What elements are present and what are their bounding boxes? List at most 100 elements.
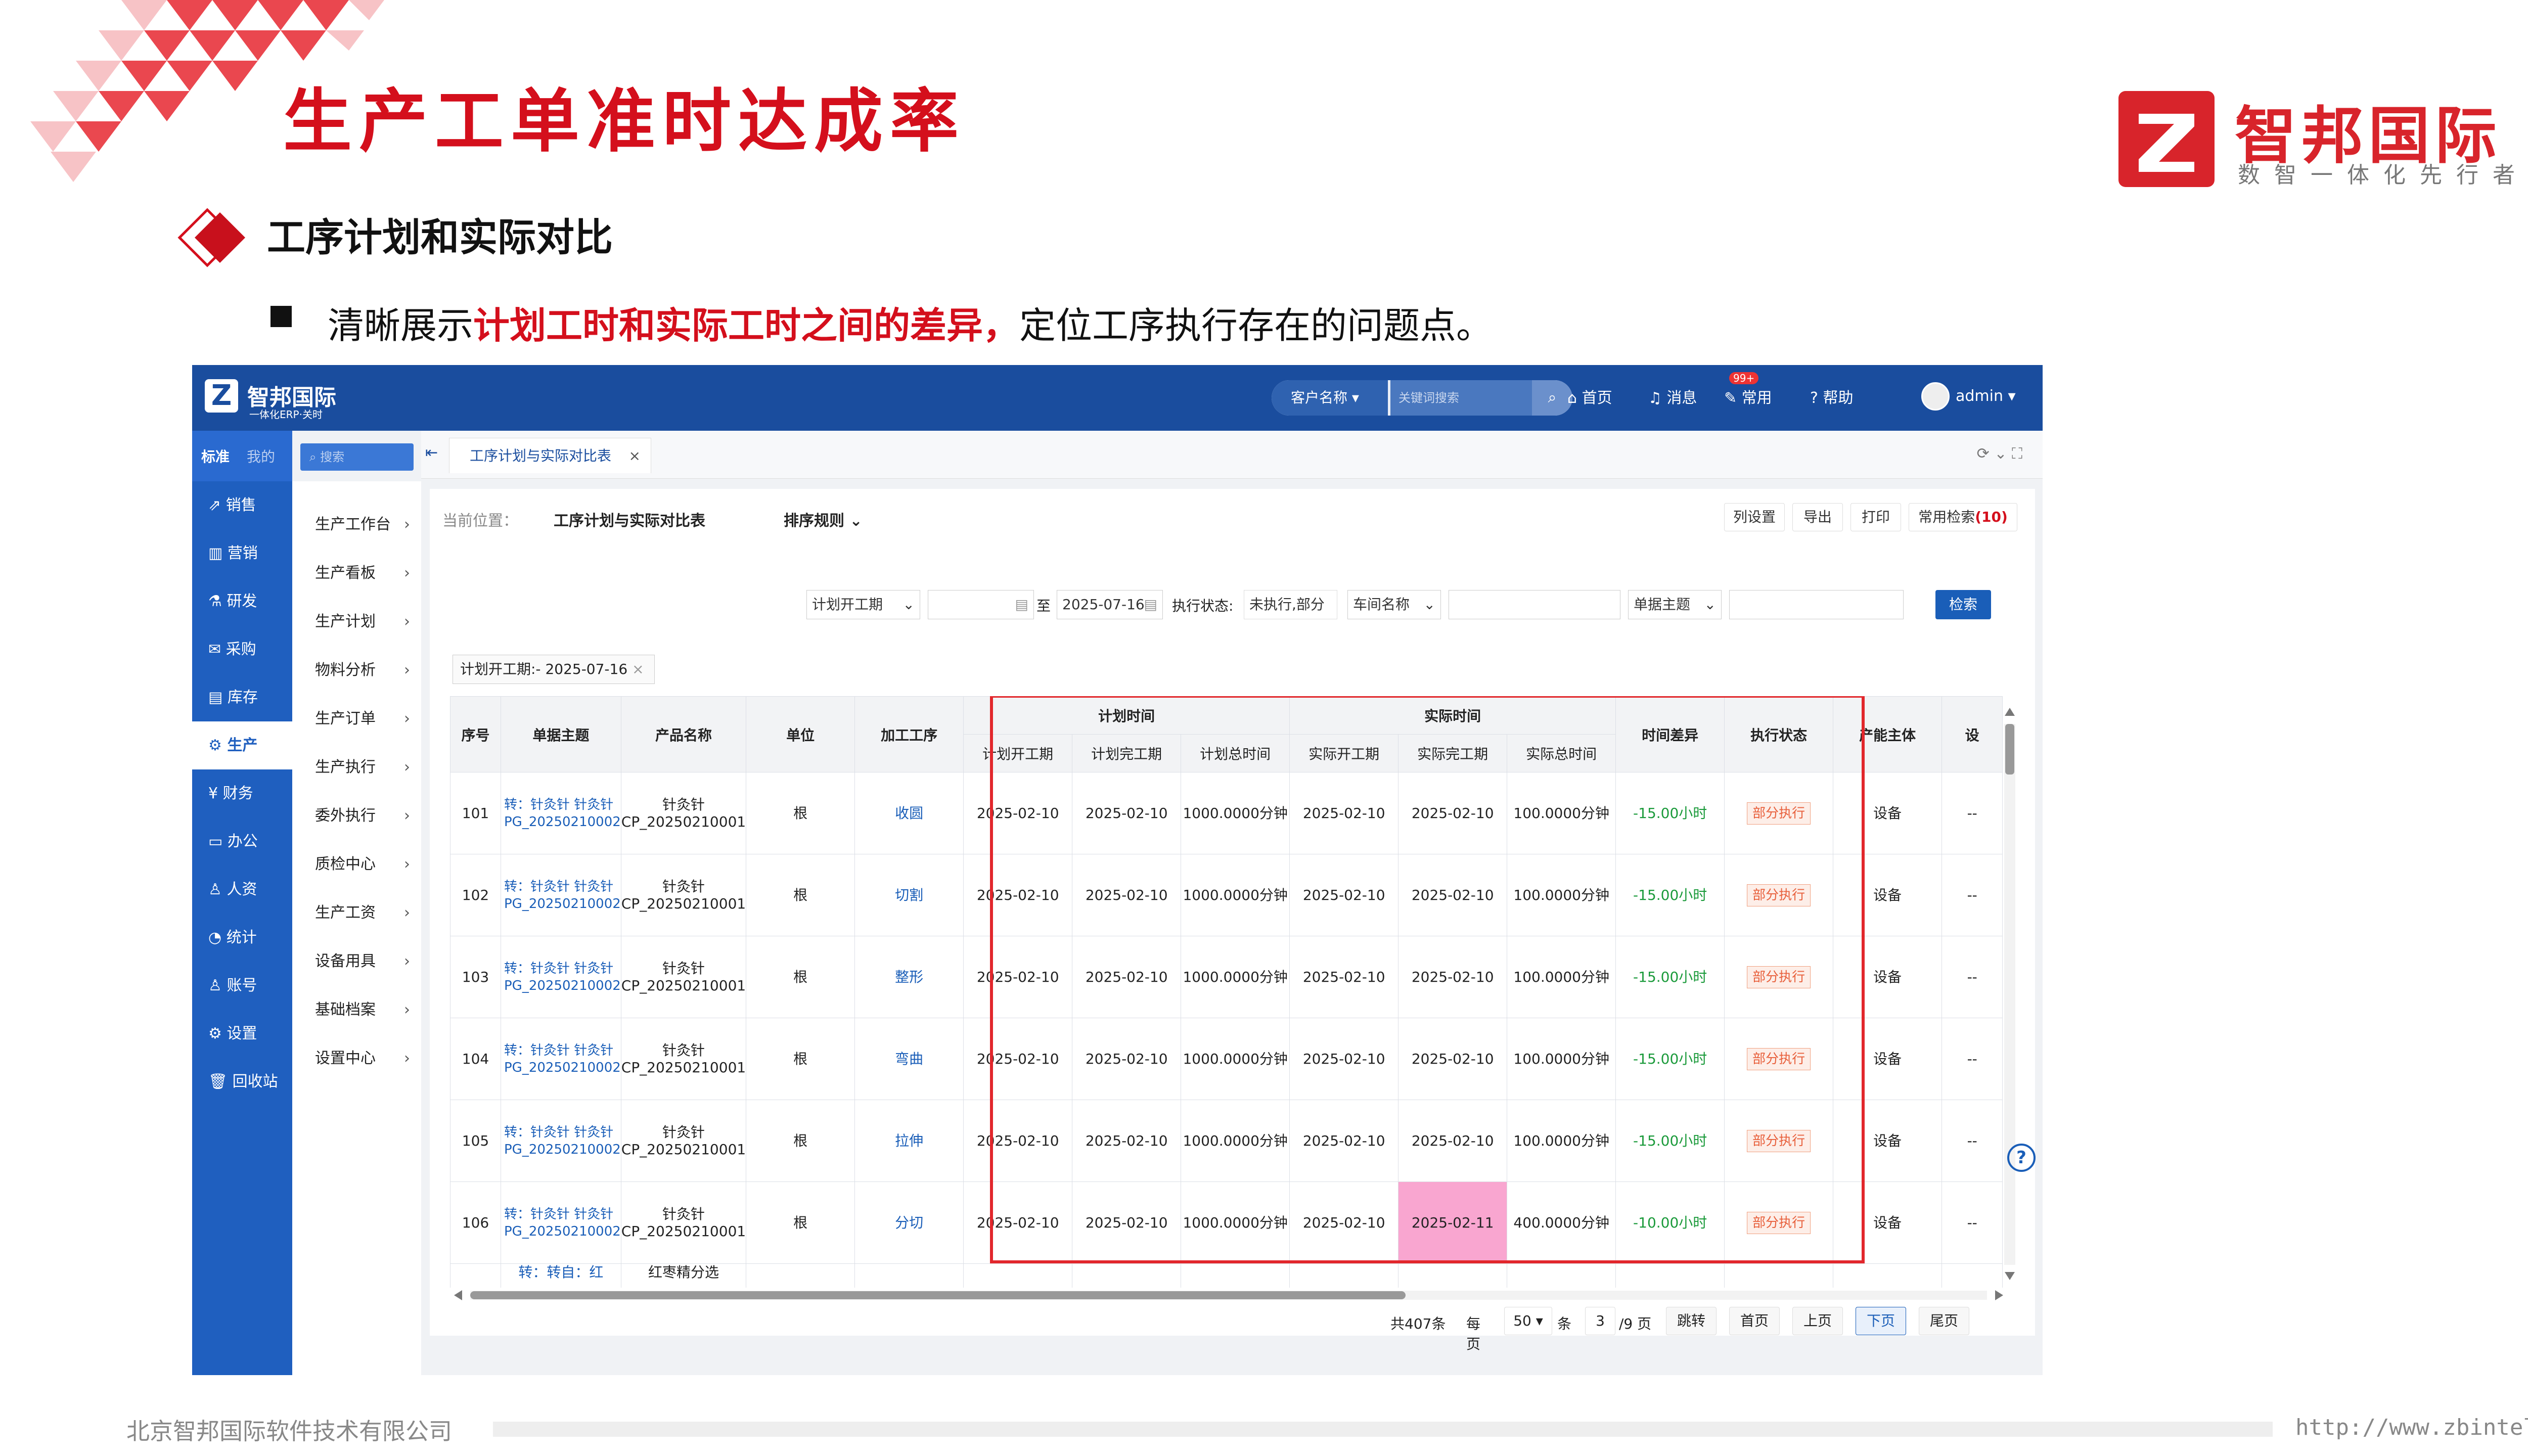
active-filter-tag[interactable]: 计划开工期:- 2025-07-16 × [453, 655, 655, 684]
sort-rules-dropdown[interactable]: 排序规则 ⌄ [784, 508, 863, 530]
close-icon[interactable]: × [632, 661, 644, 677]
doc-field-select[interactable]: 单据主题 ⌄ [1628, 590, 1722, 619]
sidebar-sub-item-label: 生产看板 [315, 564, 376, 582]
header-process[interactable]: 加工工序 [854, 696, 964, 772]
per-page-value: 50 [1513, 1312, 1531, 1329]
avatar[interactable] [1921, 382, 1950, 411]
cell-doc[interactable]: 转：针灸针 针灸针 PG_20250210002 [501, 936, 621, 1018]
sidebar-sub-item-3[interactable]: 物料分析 › [292, 646, 421, 695]
sidebar-item-7[interactable]: ▭ 办公 [192, 817, 292, 866]
sidebar-sub-item-11[interactable]: 设置中心 › [292, 1034, 421, 1083]
header-doc[interactable]: 单据主题 [501, 696, 621, 772]
last-page-button[interactable]: 尾页 [1919, 1307, 1969, 1335]
nav-common[interactable]: ✎ 常用 [1724, 385, 1772, 407]
chevron-down-icon[interactable]: ⌄ [1994, 445, 2007, 463]
prev-page-button[interactable]: 上页 [1792, 1307, 1843, 1335]
app-logo[interactable]: Z 智邦国际 一体化ERP·关时 [205, 379, 356, 421]
sidebar-item-1[interactable]: ▥ 营销 [192, 529, 292, 577]
next-page-button[interactable]: 下页 [1856, 1307, 1906, 1335]
cell-process[interactable]: 切割 [854, 854, 964, 936]
cell-doc[interactable]: 转：针灸针 针灸针 PG_20250210002 [501, 1100, 621, 1182]
export-button[interactable]: 导出 [1792, 503, 1843, 531]
search-input[interactable]: 关键词搜索 [1390, 380, 1532, 416]
sidebar-sub-item-4[interactable]: 生产订单 › [292, 695, 421, 743]
table-row-partial[interactable]: 转：转自：红 红枣精分选 [450, 1263, 2003, 1288]
exec-status-select[interactable]: 未执行,部分 [1244, 590, 1337, 619]
sidebar-item-label: 统计 [226, 929, 257, 946]
sidebar-sub-item-2[interactable]: 生产计划 › [292, 598, 421, 646]
tab-process-compare[interactable]: 工序计划与实际对比表 × [449, 438, 651, 473]
sidebar-sub-item-0[interactable]: 生产工作台 › [292, 500, 421, 549]
sidebar-item-2[interactable]: ⚗ 研发 [192, 577, 292, 625]
sidebar-tab-standard[interactable]: 标准 [201, 446, 230, 466]
nav-help[interactable]: ? 帮助 [1810, 385, 1853, 407]
cell-doc[interactable]: 转：针灸针 针灸针 PG_20250210002 [501, 1018, 621, 1100]
doc-input[interactable] [1729, 590, 1904, 619]
sidebar-sub-item-1[interactable]: 生产看板 › [292, 549, 421, 598]
print-button[interactable]: 打印 [1850, 503, 1901, 531]
sidebar-sub-item-7[interactable]: 质检中心 › [292, 840, 421, 889]
search-button[interactable]: 检索 [1935, 590, 1991, 619]
sidebar-item-5[interactable]: ⚙ 生产 [192, 721, 292, 769]
sidebar-search-input[interactable]: ⌕ 搜索 [300, 443, 414, 471]
vertical-scrollbar[interactable] [2002, 704, 2017, 1285]
column-settings-button[interactable]: 列设置 [1724, 503, 1785, 531]
sidebar-item-3[interactable]: ✉ 采购 [192, 625, 292, 673]
sidebar-sub-item-label: 基础档案 [315, 1001, 376, 1019]
saved-search-button[interactable]: 常用检索(10) [1909, 503, 2017, 531]
sidebar-sub-item-5[interactable]: 生产执行 › [292, 743, 421, 792]
section-diamond-icon [177, 208, 245, 267]
page-input[interactable]: 3 [1585, 1307, 1615, 1335]
help-icon[interactable]: ? [2007, 1144, 2036, 1172]
cell-doc[interactable]: 转：针灸针 针灸针 PG_20250210002 [501, 854, 621, 936]
horizontal-scrollbar[interactable] [450, 1288, 2007, 1303]
date-to-input[interactable]: 2025-07-16 ▤ [1057, 590, 1163, 619]
cell-process[interactable]: 整形 [854, 936, 964, 1018]
collapse-menu-icon[interactable]: ⇤ [425, 444, 438, 462]
refresh-icon[interactable]: ⟳ [1977, 445, 1990, 463]
header-unit[interactable]: 单位 [746, 696, 855, 772]
sidebar-item-8[interactable]: ♙ 人资 [192, 866, 292, 914]
chevron-right-icon: › [404, 952, 410, 970]
per-page-select[interactable]: 50 ▾ [1504, 1307, 1552, 1335]
sidebar-item-0[interactable]: ⇗ 销售 [192, 481, 292, 529]
date-field-select[interactable]: 计划开工期 ⌄ [806, 590, 920, 619]
jump-button[interactable]: 跳转 [1666, 1307, 1717, 1335]
sidebar-item-6[interactable]: ¥ 财务 [192, 769, 292, 817]
sidebar-tab-mine[interactable]: 我的 [247, 446, 275, 466]
search-scope-label: 客户名称 [1291, 389, 1348, 406]
header-product[interactable]: 产品名称 [620, 696, 747, 772]
cell-process[interactable]: 弯曲 [854, 1018, 964, 1100]
cell-doc[interactable]: 转：针灸针 针灸针 PG_20250210002 [501, 772, 621, 854]
sidebar-sub-item-9[interactable]: 设备用具 › [292, 937, 421, 986]
sidebar-item-11[interactable]: ⚙ 设置 [192, 1010, 292, 1058]
sidebar-item-9[interactable]: ◔ 统计 [192, 914, 292, 962]
cell-process[interactable]: 分切 [854, 1181, 964, 1264]
nav-home-link[interactable]: ⌂ 首页 [1567, 385, 1612, 407]
cell-process[interactable]: 拉伸 [854, 1100, 964, 1182]
header-seq[interactable]: 序号 [450, 696, 501, 772]
sidebar-sub-item-6[interactable]: 委外执行 › [292, 792, 421, 840]
bullet-text-2: 定位工序执行存在的问题点。 [1019, 304, 1493, 347]
workshop-input[interactable] [1449, 590, 1620, 619]
workshop-field-select[interactable]: 车间名称 ⌄ [1347, 590, 1441, 619]
user-menu[interactable]: admin ▾ [1956, 387, 2016, 405]
header-more[interactable]: 设 [1942, 696, 2003, 772]
cell-doc[interactable]: 转：针灸针 针灸针 PG_20250210002 [501, 1181, 621, 1264]
close-icon[interactable]: × [629, 438, 641, 474]
fullscreen-icon[interactable]: ⛶ [2012, 445, 2022, 463]
sidebar-item-4[interactable]: ▤ 库存 [192, 673, 292, 721]
bullet-square-icon [270, 306, 292, 327]
search-icon[interactable]: ⌕ [1532, 380, 1572, 416]
search-scope-select[interactable]: 客户名称 ▾ [1272, 380, 1388, 416]
cell-product: 针灸针 CP_20250210001 [620, 772, 747, 854]
sidebar-sub-item-8[interactable]: 生产工资 › [292, 889, 421, 937]
sidebar-sub-item-10[interactable]: 基础档案 › [292, 986, 421, 1034]
nav-messages[interactable]: ♫ 消息 [1648, 385, 1697, 407]
cell-partial [1289, 1263, 1399, 1288]
date-from-input[interactable]: ▤ [928, 590, 1034, 619]
first-page-button[interactable]: 首页 [1729, 1307, 1780, 1335]
sidebar-item-10[interactable]: ♙ 账号 [192, 962, 292, 1010]
cell-process[interactable]: 收圆 [854, 772, 964, 854]
sidebar-item-12[interactable]: 🗑 回收站 [192, 1058, 292, 1106]
